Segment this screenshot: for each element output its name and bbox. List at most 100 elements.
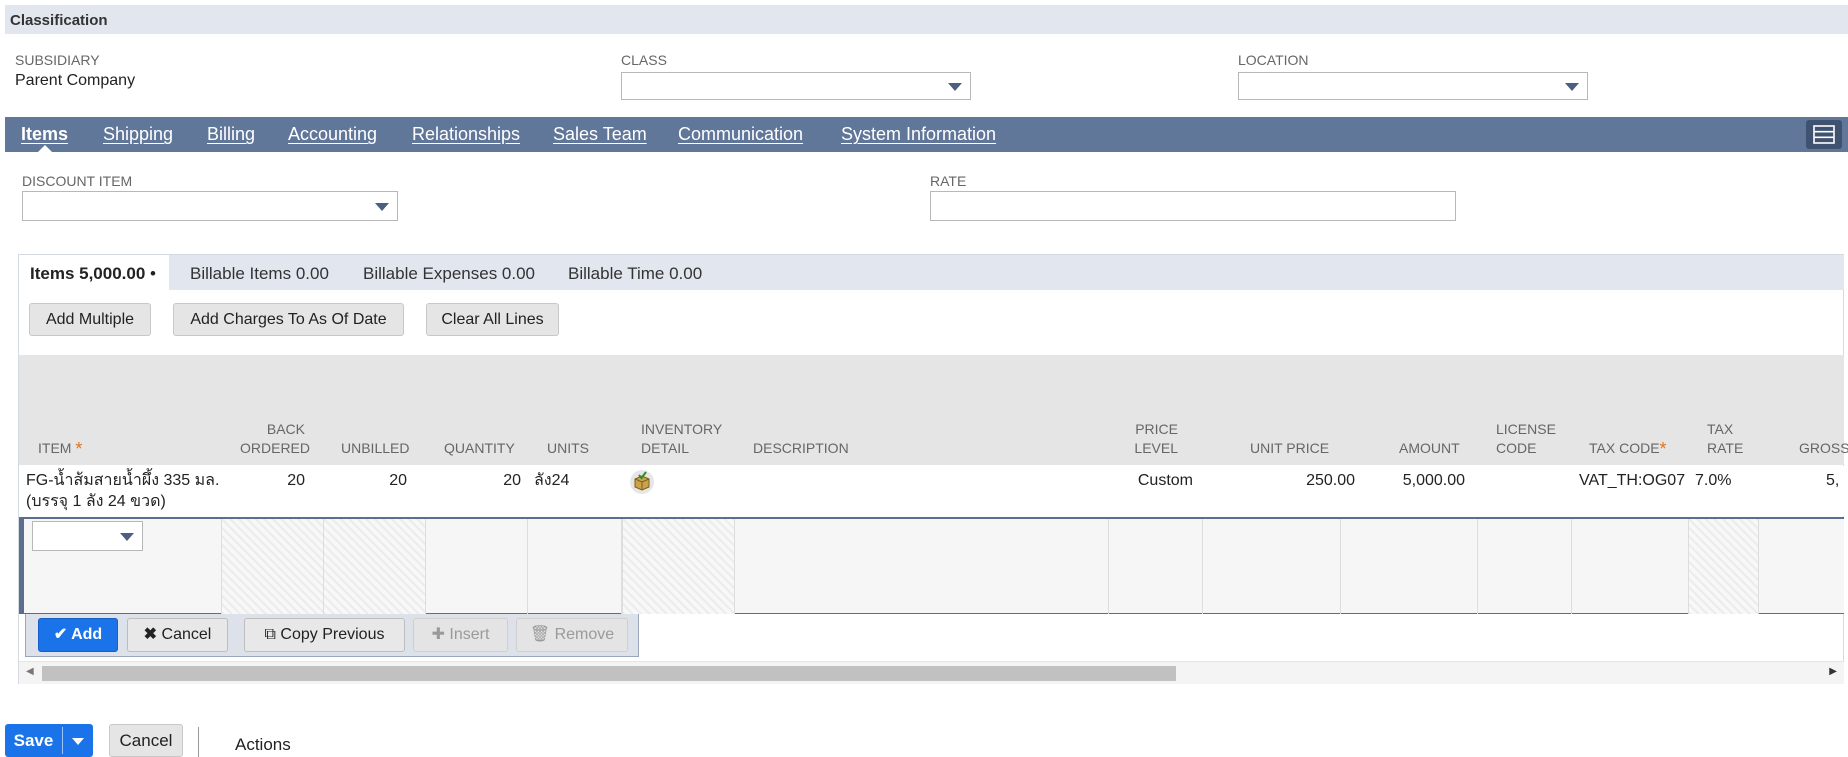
rate-input[interactable] [930,191,1456,221]
save-button-group: Save [5,724,93,757]
chevron-down-icon [1565,83,1579,91]
col-back-ordered-line1: BACK [266,421,305,437]
col-unbilled[interactable]: UNBILLED [341,439,409,458]
close-icon: ✖ [143,626,158,643]
row-quantity: 20 [503,472,521,489]
col-item[interactable]: ITEM * [38,438,82,459]
add-line-button[interactable]: ✔ Add [38,618,118,652]
tab-communication[interactable]: Communication [678,117,803,152]
scroll-right-icon[interactable]: ▶ [1829,666,1837,677]
scrollbar-thumb[interactable] [42,666,1176,681]
copy-previous-label: Copy Previous [280,626,385,643]
column-divider [1571,519,1572,614]
cancel-line-button[interactable]: ✖ Cancel [127,618,228,652]
row-amount: 5,000.00 [1402,472,1465,489]
row-unit-price: 250.00 [1306,472,1355,489]
location-select[interactable] [1238,72,1588,100]
chevron-down-icon [375,203,389,211]
col-inventory-line2: DETAIL [641,440,689,456]
column-divider [1108,519,1109,614]
subtab-billable-items[interactable]: Billable Items 0.00 [190,264,329,284]
footer-divider [198,727,199,757]
col-tax-code-label: TAX CODE [1589,440,1660,456]
col-inventory-line1: INVENTORY [641,421,723,437]
discount-item-select[interactable] [22,191,398,221]
column-divider [1202,519,1203,614]
chevron-down-icon [72,738,84,745]
save-button[interactable]: Save [5,724,62,757]
subtab-items[interactable]: Items 5,000.00 • [30,264,156,284]
sublist-tabs: Items 5,000.00 • Billable Items 0.00 Bil… [19,255,1844,290]
horizontal-scrollbar[interactable]: ◀ ▶ [19,661,1844,684]
col-unit-price[interactable]: UNIT PRICE [1250,439,1329,458]
actions-menu[interactable]: Actions [235,735,291,755]
tab-accounting[interactable]: Accounting [288,117,377,152]
column-divider [527,519,528,614]
subtab-billable-time[interactable]: Billable Time 0.00 [568,264,702,284]
edit-row[interactable] [19,517,1844,614]
col-item-label: ITEM [38,440,72,456]
rate-label: RATE [930,173,967,189]
subtab-billable-expenses[interactable]: Billable Expenses 0.00 [363,264,535,284]
row-gross: 5, [1826,472,1840,489]
col-license-code[interactable]: LICENSE CODE [1496,420,1556,458]
chevron-down-icon [120,533,134,541]
tab-billing[interactable]: Billing [207,117,255,152]
col-tax-rate-line1: TAX [1707,421,1734,437]
tab-items[interactable]: Items [21,117,68,153]
subsidiary-label: SUBSIDIARY [15,52,100,68]
edit-row-marker [19,519,24,613]
insert-line-button[interactable]: ✚ Insert [413,618,508,652]
cancel-button[interactable]: Cancel [109,724,183,757]
class-label: CLASS [621,52,667,68]
table-row[interactable]: FG-น้ำส้มสายน้ำผึ้ง 335 มล. (บรรจุ 1 ลัง… [19,466,1844,516]
add-charges-button[interactable]: Add Charges To As Of Date [173,303,404,336]
classification-title: Classification [10,12,108,29]
tab-relationships[interactable]: Relationships [412,117,520,152]
required-marker: * [1659,439,1667,459]
clear-all-lines-button[interactable]: Clear All Lines [426,303,559,336]
col-price-level[interactable]: PRICE LEVEL [1128,420,1178,458]
col-units[interactable]: UNITS [547,439,589,458]
subsidiary-value: Parent Company [15,72,136,89]
col-description[interactable]: DESCRIPTION [753,439,849,458]
copy-previous-button[interactable]: ⧉ Copy Previous [244,618,405,652]
save-options-button[interactable] [63,724,93,757]
row-units: ลัง24 [534,472,570,489]
tab-menu-button[interactable] [1806,120,1842,149]
tab-shipping[interactable]: Shipping [103,117,173,152]
scroll-left-icon[interactable]: ◀ [26,666,34,677]
chevron-down-icon [948,83,962,91]
item-select[interactable] [32,521,143,551]
col-quantity[interactable]: QUANTITY [444,439,515,458]
unbilled-cell [323,519,426,614]
col-gross[interactable]: GROSS [1799,439,1848,458]
col-tax-rate[interactable]: TAX RATE [1707,420,1743,458]
line-action-bar: ✔ Add ✖ Cancel ⧉ Copy Previous ✚ Insert … [25,614,639,657]
row-unbilled: 20 [389,472,407,489]
tab-sales-team[interactable]: Sales Team [553,117,647,152]
col-inventory-detail[interactable]: INVENTORY DETAIL [641,420,722,458]
col-amount[interactable]: AMOUNT [1399,439,1460,458]
grid-header: ITEM * BACK ORDERED UNBILLED QUANTITY UNI… [19,355,1848,465]
column-divider [1340,519,1341,614]
back-ordered-cell [221,519,324,614]
classification-section-header[interactable]: Classification [5,5,1848,34]
add-line-label: Add [71,626,103,643]
tax-rate-cell [1688,519,1759,614]
tab-system-information[interactable]: System Information [841,117,996,152]
inventory-detail-cell [622,519,735,614]
remove-line-button[interactable]: 🗑 Remove [516,618,628,652]
col-price-level-line1: PRICE [1135,421,1178,437]
remove-line-label: Remove [554,626,615,643]
inventory-detail-icon[interactable] [630,470,654,494]
col-back-ordered[interactable]: BACK ORDERED [240,420,310,458]
class-select[interactable] [621,72,971,100]
discount-item-label: DISCOUNT ITEM [22,173,133,189]
add-multiple-button[interactable]: Add Multiple [29,303,151,336]
subtab-items-dot: • [150,264,156,283]
col-tax-code[interactable]: TAX CODE* [1589,438,1667,459]
row-item-line2: (บรรจุ 1 ลัง 24 ขวด) [26,493,166,510]
subtab-items-label: Items 5,000.00 [30,264,146,283]
copy-icon: ⧉ [264,626,276,643]
